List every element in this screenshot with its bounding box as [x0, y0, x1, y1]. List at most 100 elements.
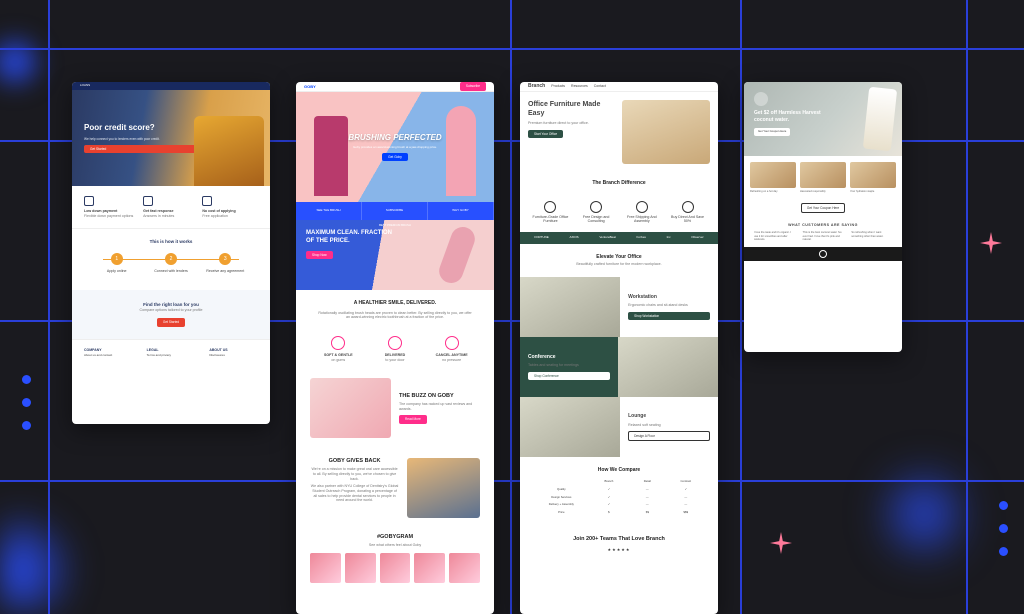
coco-footer — [744, 247, 902, 261]
space-desc: Ergonomic chairs and sit-stand desks — [628, 303, 710, 308]
coco-reviews: WHAT CUSTOMERS ARE SAYING I love the tas… — [744, 217, 902, 248]
feature-title: Get fast response — [143, 209, 173, 213]
buzz-image — [310, 378, 391, 438]
footer-col-text: Disclosures — [209, 353, 225, 357]
space-desc: Tables and seating for meetings — [528, 363, 610, 368]
branch-hero-image — [622, 100, 710, 164]
feature-icon — [143, 196, 153, 206]
gives-title: GOBY GIVES BACK — [310, 458, 399, 465]
elevate-title: Elevate Your Office — [538, 254, 700, 261]
branch-logo: Branch — [528, 83, 545, 90]
circle-icon — [331, 336, 345, 350]
find-cta-button[interactable]: Get Started — [157, 318, 185, 326]
tile-image — [850, 162, 896, 188]
table-row-label: Design Services — [534, 495, 589, 501]
buzz-cta[interactable]: Read More — [399, 415, 427, 423]
branch-hero: Office Furniture Made Easy Premium furni… — [520, 92, 718, 172]
diff-label: Free Design and Consulting — [583, 215, 610, 224]
space-name: Workstation — [628, 294, 710, 301]
icon-label: CANCEL ANYTIME — [436, 353, 468, 357]
space-row: Workstation Ergonomic chairs and sit-stan… — [520, 277, 718, 337]
strip-link[interactable]: SUBSCRIBE — [362, 202, 428, 220]
branch-compare: How We Compare BranchRetailContract Qual… — [520, 457, 718, 526]
goby-gives-back: GOBY GIVES BACK We're on a mission to ma… — [296, 448, 494, 528]
press-logo: VentureBeat — [599, 236, 616, 240]
diff-label: Buy Direct And Save 50% — [671, 215, 704, 224]
strip-link[interactable]: SEE THE BRUSH — [296, 202, 362, 220]
space-cta[interactable]: Shop Workstation — [628, 312, 710, 320]
healthier-sub: Rotationally oscillating brush heads are… — [316, 311, 474, 320]
tile-image — [750, 162, 796, 188]
strip-link[interactable]: WHY GOBY — [428, 202, 494, 220]
template-card-goby[interactable]: GOBY Subscribe BRUSHING PERFECTED Goby p… — [296, 82, 494, 614]
space-name: Lounge — [628, 413, 710, 420]
icon-label: SOFT & GENTLE — [324, 353, 353, 357]
feature-title: Low down payment — [84, 209, 117, 213]
tile-text: Your hydration staple — [850, 190, 896, 193]
loans-hero: Poor credit score? We help connect you t… — [72, 90, 270, 186]
promo-badge: BEST PREMIUM BRUSH — [379, 224, 411, 228]
step-label: Apply online — [107, 269, 127, 273]
space-cta[interactable]: Shop Conference — [528, 372, 610, 380]
press-logo: Observer — [691, 236, 703, 240]
feature-desc: Free application — [202, 214, 258, 219]
loans-find-section: Find the right loan for you Compare opti… — [72, 290, 270, 339]
diff-item: Free Shipping And Assembly — [621, 201, 662, 224]
space-image — [520, 277, 620, 337]
compare-title: How We Compare — [534, 467, 704, 474]
star-rating: ★★★★★ — [530, 547, 708, 552]
reviews-title: WHAT CUSTOMERS ARE SAYING — [754, 223, 892, 228]
footer-logo-icon — [819, 250, 827, 258]
table-row-label: Price — [534, 510, 589, 516]
diff-icon — [544, 201, 556, 213]
icon-sub: to your door — [369, 358, 420, 363]
branch-elevate: Elevate Your Office Beautifully crafted … — [520, 244, 718, 277]
tile-image — [800, 162, 846, 188]
template-card-loans[interactable]: LOANS Poor credit score? We help connect… — [72, 82, 270, 424]
template-card-branch[interactable]: Branch Products Resources Contact Office… — [520, 82, 718, 614]
branch-cta[interactable]: Start Your Office — [528, 130, 563, 138]
goby-link-strip: SEE THE BRUSH SUBSCRIBE WHY GOBY — [296, 202, 494, 220]
footer-col-text: About us and contact — [84, 353, 112, 357]
branch-nav: Branch Products Resources Contact — [520, 82, 718, 92]
nav-link[interactable]: Resources — [571, 84, 588, 89]
space-desc: Relaxed soft seating — [628, 423, 710, 428]
diff-item: Buy Direct And Save 50% — [667, 201, 708, 224]
space-cta[interactable]: Design A Floor — [628, 431, 710, 440]
coco-hero-cta[interactable]: Get Your Coupon Here — [754, 128, 790, 136]
buzz-quote: The company has racked up vast reviews a… — [399, 402, 480, 411]
step-label: Receive any agreement — [206, 269, 244, 273]
coco-coupon-button[interactable]: Get Your Coupon Here — [801, 203, 845, 212]
nav-link[interactable]: Contact — [594, 84, 606, 89]
healthier-title: A HEALTHIER SMILE, DELIVERED. — [316, 300, 474, 307]
loans-features: Low down payment Flexible down payment o… — [72, 186, 270, 229]
icon-item: CANCEL ANYTIMEno pressure — [426, 336, 477, 362]
promo-cta[interactable]: Shop Now — [306, 251, 333, 259]
footer-col-title: ABOUT US — [209, 348, 258, 353]
review-text: I love the taste and it's organic. I use… — [754, 231, 795, 241]
gives-text: We also partner with NYU College of Dent… — [310, 484, 399, 503]
feature-item: Get fast response Answers in minutes — [143, 196, 199, 218]
goby-icon-row: SOFT & GENTLEon gums DELIVEREDto your do… — [296, 336, 494, 368]
goby-nav: GOBY Subscribe — [296, 82, 494, 92]
goby-subscribe-button[interactable]: Subscribe — [460, 82, 486, 90]
step-number: 1 — [111, 253, 123, 265]
nav-link[interactable]: Products — [551, 84, 565, 89]
footer-col-title: COMPANY — [84, 348, 133, 353]
goby-hero-cta[interactable]: Get Goby — [382, 153, 408, 161]
space-row: Lounge Relaxed soft seating Design A Floor — [520, 397, 718, 457]
icon-sub: on gums — [313, 358, 364, 363]
buzz-title: THE BUZZ ON GOBY — [399, 393, 480, 400]
table-row-label: Quality — [534, 487, 589, 493]
goby-hero-sub: Goby provides an award-winning brush at … — [348, 146, 441, 150]
template-card-coco[interactable]: Get $2 off Harmless Harvest coconut wate… — [744, 82, 902, 352]
tile-text: Harvested responsibly — [800, 190, 846, 193]
space-row: ConferenceTables and seating for meeting… — [520, 337, 718, 397]
goby-logo: GOBY — [304, 84, 316, 89]
loans-how-it-works: This is how it works 1 Apply online 2 Co… — [72, 229, 270, 290]
tile-item: Your hydration staple — [850, 162, 896, 193]
goby-promo: BEST PREMIUM BRUSH MAXIMUM CLEAN. FRACTI… — [296, 220, 494, 290]
space-image — [520, 397, 620, 457]
branch-join: Join 200+ Teams That Love Branch ★★★★★ — [520, 526, 718, 562]
diff-icon — [590, 201, 602, 213]
